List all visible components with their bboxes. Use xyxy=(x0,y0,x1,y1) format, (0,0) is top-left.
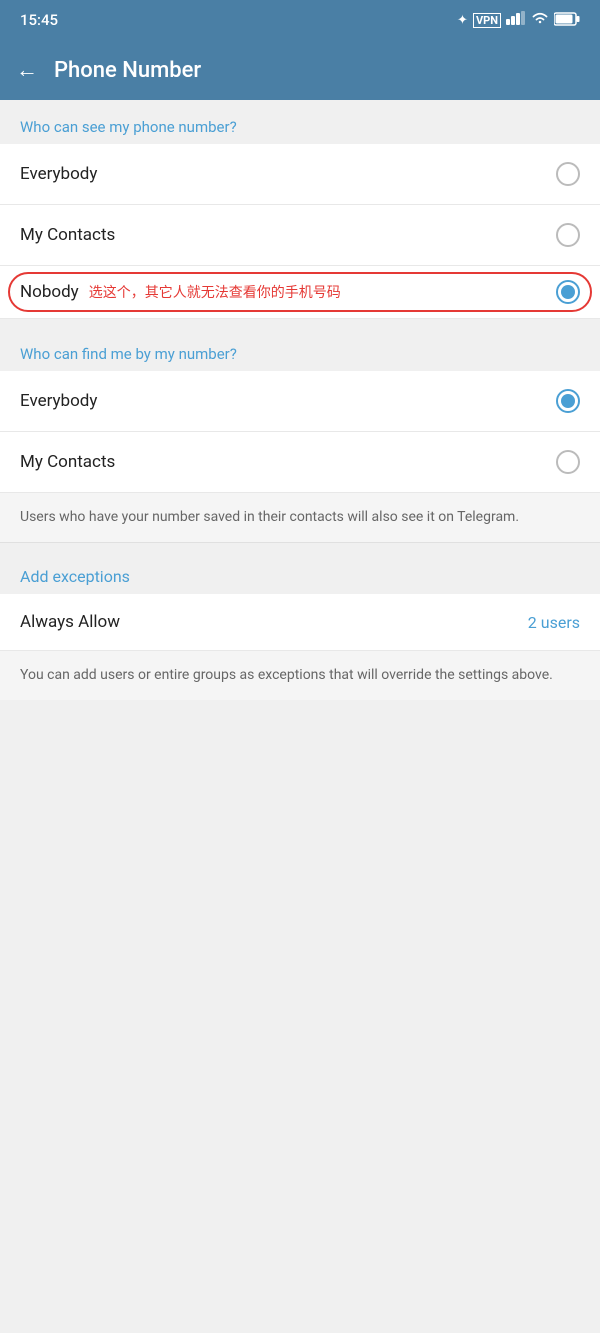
option-mycontacts-see[interactable]: My Contacts xyxy=(0,205,600,266)
section-see-phone-label: Who can see my phone number? xyxy=(0,100,600,144)
option-mycontacts-find[interactable]: My Contacts xyxy=(0,432,600,493)
option-nobody-see-label: Nobody xyxy=(20,282,79,302)
page-header: ← Phone Number xyxy=(0,40,600,100)
radio-nobody-see[interactable] xyxy=(556,280,580,304)
radio-mycontacts-see[interactable] xyxy=(556,223,580,247)
option-nobody-see[interactable]: Nobody 选这个，其它人就无法查看你的手机号码 xyxy=(0,266,600,319)
section-find-phone-label: Who can find me by my number? xyxy=(0,327,600,371)
vpn-icon: VPN xyxy=(473,13,501,28)
always-allow-label: Always Allow xyxy=(20,612,120,632)
bluetooth-icon: ✦ xyxy=(457,13,468,28)
status-icons: ✦ VPN xyxy=(457,11,580,29)
divider-2 xyxy=(0,543,600,551)
add-exceptions-label[interactable]: Add exceptions xyxy=(0,551,600,594)
wifi-icon xyxy=(531,11,549,29)
option-everybody-find[interactable]: Everybody xyxy=(0,371,600,432)
section-see-phone: Who can see my phone number? Everybody M… xyxy=(0,100,600,319)
always-allow-row[interactable]: Always Allow 2 users xyxy=(0,594,600,651)
nobody-annotation: 选这个，其它人就无法查看你的手机号码 xyxy=(89,282,341,302)
radio-everybody-see[interactable] xyxy=(556,162,580,186)
status-bar: 15:45 ✦ VPN xyxy=(0,0,600,40)
signal-icon xyxy=(506,11,526,29)
page-title: Phone Number xyxy=(54,58,201,83)
exceptions-info: You can add users or entire groups as ex… xyxy=(0,651,600,700)
option-everybody-find-label: Everybody xyxy=(20,391,97,411)
option-mycontacts-find-label: My Contacts xyxy=(20,452,115,472)
option-everybody-see-label: Everybody xyxy=(20,164,97,184)
section-find-phone: Who can find me by my number? Everybody … xyxy=(0,327,600,543)
back-button[interactable]: ← xyxy=(16,57,38,83)
battery-icon xyxy=(554,12,580,29)
radio-mycontacts-find[interactable] xyxy=(556,450,580,474)
option-everybody-see[interactable]: Everybody xyxy=(0,144,600,205)
time-display: 15:45 xyxy=(20,11,58,29)
option-mycontacts-see-label: My Contacts xyxy=(20,225,115,245)
exceptions-section: Add exceptions Always Allow 2 users You … xyxy=(0,551,600,700)
radio-everybody-find[interactable] xyxy=(556,389,580,413)
find-phone-info: Users who have your number saved in thei… xyxy=(0,493,600,543)
divider-1 xyxy=(0,319,600,327)
users-count: 2 users xyxy=(528,613,580,632)
